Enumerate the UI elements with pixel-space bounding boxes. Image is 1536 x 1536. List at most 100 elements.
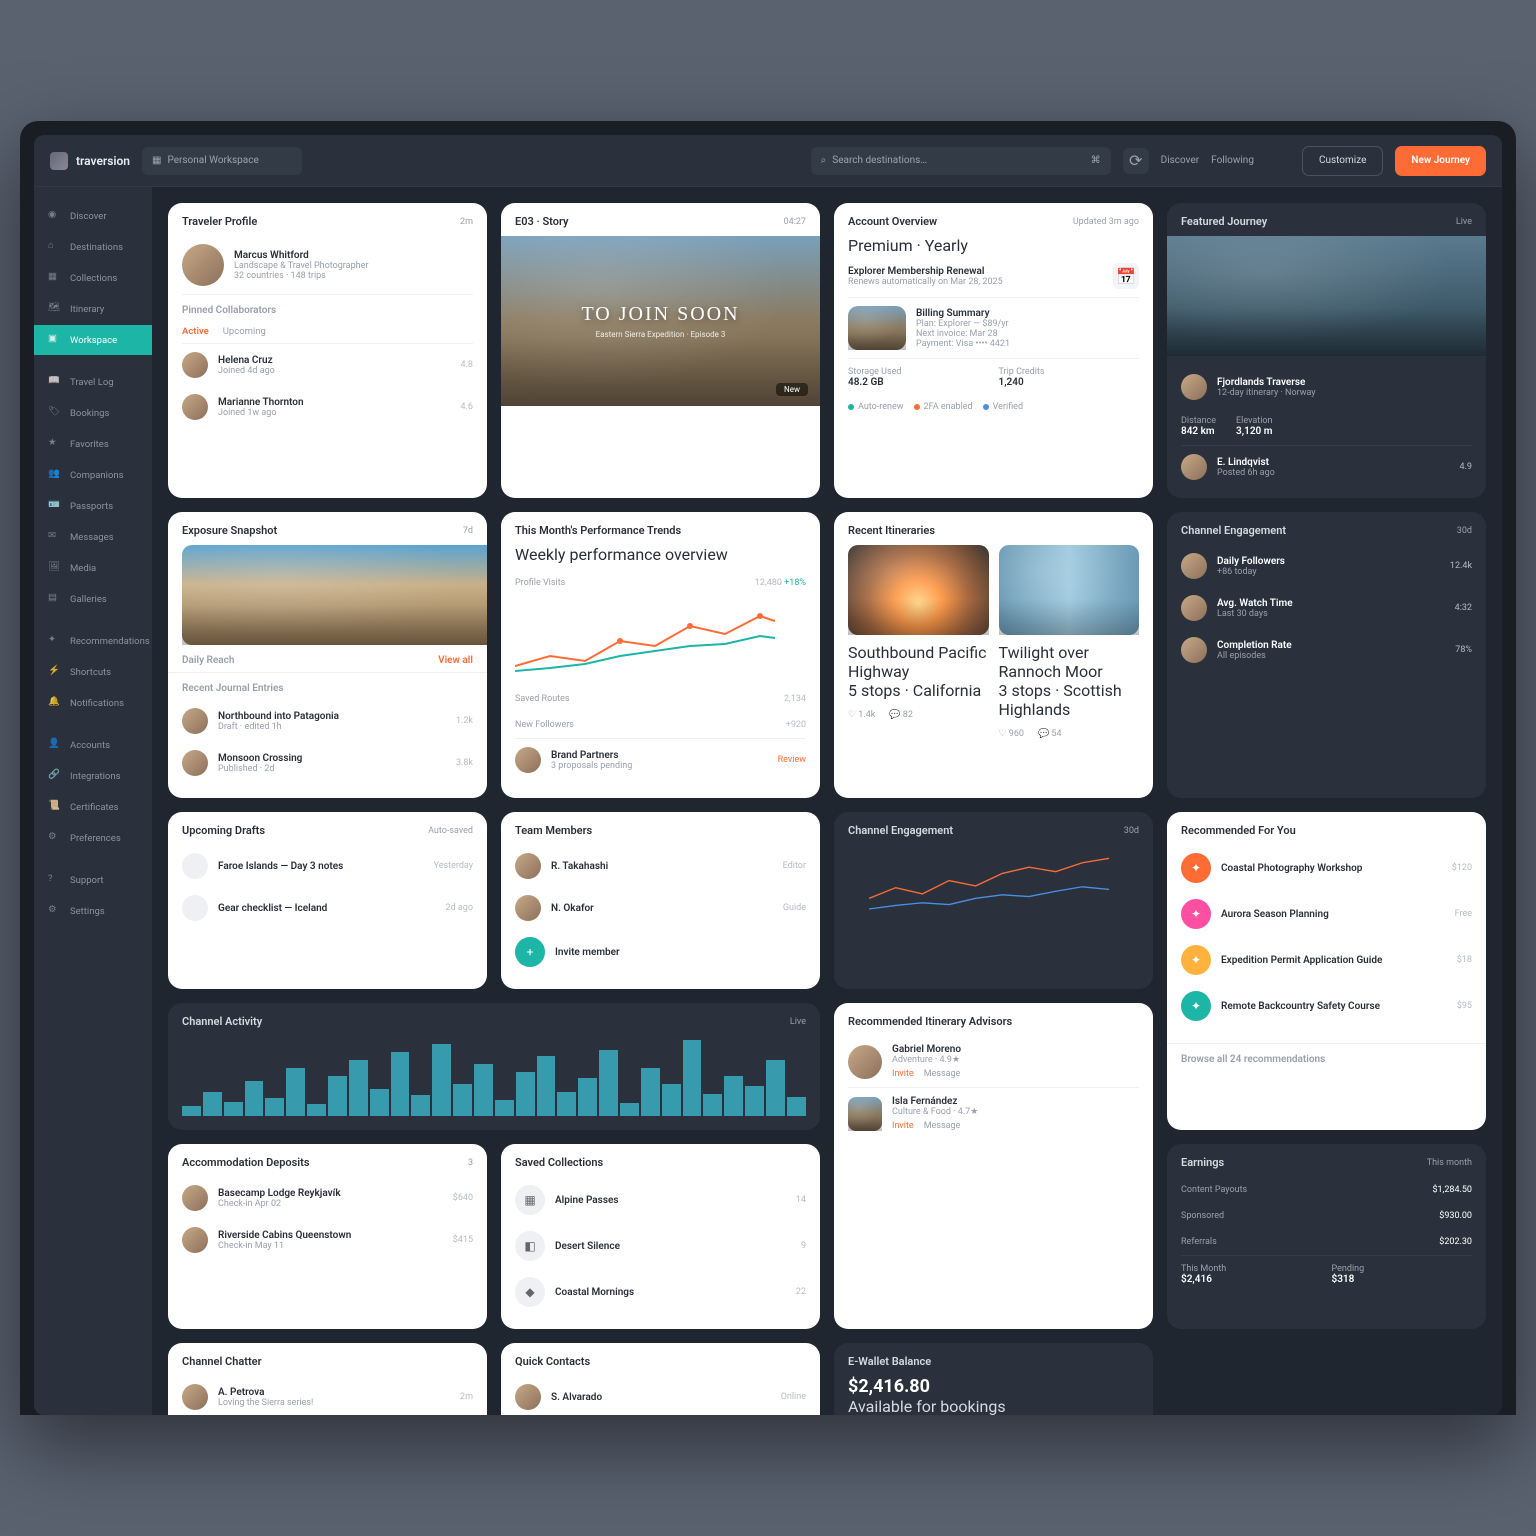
message-link[interactable]: Message (924, 1069, 961, 1079)
draft-row[interactable]: Faroe Islands — Day 3 notesYesterday (182, 845, 473, 887)
recommended-row[interactable]: ✦Coastal Photography Workshop$120 (1181, 845, 1472, 891)
card-title: Featured Journey (1181, 215, 1267, 228)
card-title: Account Overview (848, 215, 937, 228)
trend-row: Profile Visits12,480 +18% (515, 570, 806, 596)
browse-all-link[interactable]: Browse all 24 recommendations (1181, 1054, 1325, 1065)
nav-following[interactable]: Following (1211, 155, 1254, 166)
sidebar-item-travel-log[interactable]: 📖Travel Log (34, 367, 152, 397)
sidebar-item-itinerary[interactable]: 🗺Itinerary (34, 294, 152, 324)
recommended-row[interactable]: ✦Aurora Season PlanningFree (1181, 891, 1472, 937)
featured-author[interactable]: E. LindqvistPosted 6h ago 4.9 (1181, 446, 1472, 488)
recommended-row[interactable]: ✦Remote Backcountry Safety Course$95 (1181, 983, 1472, 1029)
billing-item[interactable]: Billing Summary Plan: Explorer — $89/yr … (848, 298, 1139, 358)
itinerary-tile[interactable]: Twilight over Rannoch Moor 3 stops · Sco… (999, 545, 1140, 749)
nav-discover[interactable]: Discover (1161, 155, 1200, 166)
add-member[interactable]: +Invite member (515, 929, 806, 975)
card-title: Team Members (515, 824, 592, 837)
invite-link[interactable]: Invite (892, 1121, 914, 1131)
sidebar-label: Shortcuts (70, 667, 111, 678)
journal-row[interactable]: Monsoon CrossingPublished · 2d3.8k (182, 742, 473, 784)
itinerary-tile[interactable]: Southbound Pacific Highway 5 stops · Cal… (848, 545, 989, 749)
card-title: Traveler Profile (182, 215, 257, 228)
review-link[interactable]: Review (778, 755, 806, 765)
advisor-row[interactable]: Gabriel MorenoAdventure · 4.9★InviteMess… (848, 1036, 1139, 1087)
sidebar-item-accounts[interactable]: 👤Accounts (34, 730, 152, 760)
sidebar-item-collections[interactable]: ▦Collections (34, 263, 152, 293)
sidebar-item-passports[interactable]: 🪪Passports (34, 491, 152, 521)
workspace-label: Personal Workspace (167, 155, 258, 166)
collaborator-row[interactable]: Helena CruzJoined 4d ago 4.8 (182, 344, 473, 386)
snapshot-card: Exposure Snapshot7d Daily ReachView all … (168, 512, 487, 798)
collection-row[interactable]: ◆Coastal Mornings22 (515, 1269, 806, 1315)
sidebar-item-destinations[interactable]: ⌂Destinations (34, 232, 152, 262)
sidebar-item-settings[interactable]: ⚙Settings (34, 896, 152, 926)
tab-active[interactable]: Active (182, 326, 209, 337)
advisor-row[interactable]: Isla FernándezCulture & Food · 4.7★Invit… (848, 1088, 1139, 1139)
sidebar-item-workspace[interactable]: ▣Workspace (34, 325, 152, 355)
journal-row[interactable]: Northbound into PatagoniaDraft · edited … (182, 700, 473, 742)
sidebar-item-favorites[interactable]: ★Favorites (34, 429, 152, 459)
sidebar-item-messages[interactable]: ✉Messages (34, 522, 152, 552)
search-input[interactable]: ⌕ Search destinations… ⌘ (811, 147, 1111, 175)
collaborator-row[interactable]: Marianne ThorntonJoined 1w ago 4.6 (182, 386, 473, 428)
main-content: Traveler Profile2m Marcus Whitford Lands… (152, 187, 1502, 1415)
sidebar-item-bookings[interactable]: 🏷Bookings (34, 398, 152, 428)
avatar (1181, 374, 1207, 400)
brand-partners-row[interactable]: Brand Partners3 proposals pending Review (515, 739, 806, 781)
hero-story-card[interactable]: E03 · Story04:27 TO JOIN SOON Eastern Si… (501, 203, 820, 498)
sidebar-item-discover[interactable]: ◉Discover (34, 201, 152, 231)
sidebar-label: Itinerary (70, 304, 104, 315)
card-title: Saved Collections (515, 1156, 603, 1169)
profile-name: Marcus Whitford (234, 250, 368, 261)
sidebar-label: Travel Log (70, 377, 114, 388)
profile-stats: 32 countries · 148 trips (234, 271, 368, 281)
avatar (182, 1384, 208, 1410)
sidebar-icon: ▦ (48, 271, 62, 285)
avatar (182, 1185, 208, 1211)
new-journey-button[interactable]: New Journey (1395, 146, 1486, 176)
collection-row[interactable]: ▦Alpine Passes14 (515, 1177, 806, 1223)
sidebar-item-media[interactable]: 🖼Media (34, 553, 152, 583)
deposit-row[interactable]: Riverside Cabins QueenstownCheck-in May … (182, 1219, 473, 1261)
sidebar-item-support[interactable]: ?Support (34, 865, 152, 895)
collection-row[interactable]: ◧Desert Silence9 (515, 1223, 806, 1269)
sidebar-item-galleries[interactable]: ▤Galleries (34, 584, 152, 614)
refresh-button[interactable]: ⟳ (1123, 148, 1149, 174)
avatar (182, 708, 208, 734)
customize-button[interactable]: Customize (1302, 146, 1383, 176)
sidebar-item-certificates[interactable]: 📜Certificates (34, 792, 152, 822)
snapshot-thumbnail[interactable] (182, 545, 487, 645)
contact-row[interactable]: S. AlvaradoOnline (515, 1376, 806, 1415)
deposit-row[interactable]: Basecamp Lodge ReykjavíkCheck-in Apr 02$… (182, 1177, 473, 1219)
featured-journey-card: Featured JourneyLive Fjordlands Traverse… (1167, 203, 1486, 498)
featured-thumbnail[interactable] (1167, 236, 1486, 356)
team-row[interactable]: R. TakahashiEditor (515, 845, 806, 887)
sidebar-item-recommendations[interactable]: ✦Recommendations (34, 626, 152, 656)
sidebar-item-companions[interactable]: 👥Companions (34, 460, 152, 490)
search-placeholder: Search destinations… (832, 155, 927, 166)
sidebar-item-integrations[interactable]: 🔗Integrations (34, 761, 152, 791)
calendar-icon[interactable]: 📅 (1113, 263, 1139, 289)
recommended-row[interactable]: ✦Expedition Permit Application Guide$18 (1181, 937, 1472, 983)
sidebar-item-shortcuts[interactable]: ⚡Shortcuts (34, 657, 152, 687)
avatar (1181, 595, 1207, 621)
workspace-switcher[interactable]: ▦ Personal Workspace (142, 147, 302, 175)
message-link[interactable]: Message (924, 1121, 961, 1131)
sidebar-item-notifications[interactable]: 🔔Notifications (34, 688, 152, 718)
sidebar-item-preferences[interactable]: ⚙Preferences (34, 823, 152, 853)
hero-title: TO JOIN SOON (581, 303, 739, 326)
view-all-link[interactable]: View all (438, 655, 473, 666)
team-row[interactable]: N. OkaforGuide (515, 887, 806, 929)
engagement-line-chart (834, 845, 1153, 935)
chatter-row[interactable]: A. PetrovaLoving the Sierra series!2m (182, 1376, 473, 1415)
draft-row[interactable]: Gear checklist — Iceland2d ago (182, 887, 473, 929)
card-title: Recommended Itinerary Advisors (848, 1015, 1012, 1028)
avatar[interactable] (182, 244, 224, 286)
sidebar-label: Media (70, 563, 96, 574)
tab-upcoming[interactable]: Upcoming (223, 326, 266, 337)
brand[interactable]: traversion (50, 152, 130, 170)
topbar: traversion ▦ Personal Workspace ⌕ Search… (34, 135, 1502, 187)
card-title: Channel Activity (182, 1015, 262, 1028)
featured-sub: 12-day itinerary · Norway (1217, 388, 1316, 398)
invite-link[interactable]: Invite (892, 1069, 914, 1079)
